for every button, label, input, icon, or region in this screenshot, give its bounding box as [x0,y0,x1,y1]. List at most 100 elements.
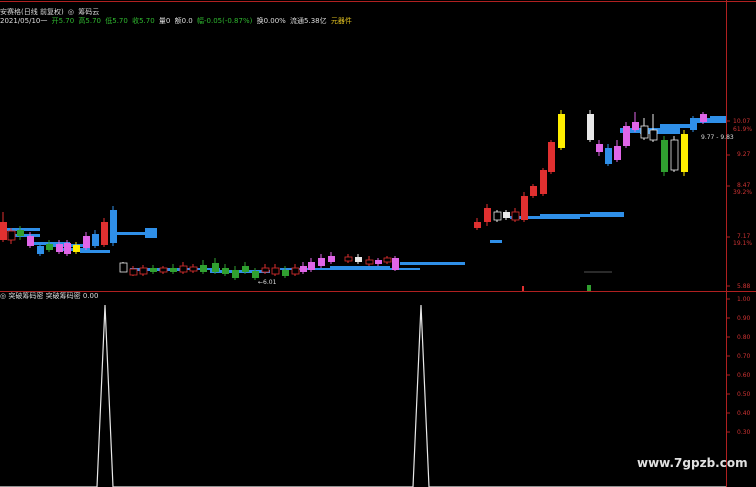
indicator-line [0,304,726,487]
candle-hollow [261,267,270,273]
vol-label: 量 [158,17,166,25]
indicator-name[interactable]: 突破筹码密 [8,292,43,300]
watermark: www.7gpzb.com [637,456,748,470]
candle-body [200,265,207,272]
circle-icon[interactable]: ◎ [0,292,6,300]
series-value: 0.00 [82,292,99,300]
candle-body [530,186,537,196]
chip-bar [540,214,590,217]
chg-value: -0.05(-0.87%) [203,17,253,25]
open-value: 5.70 [58,17,75,25]
candle-body [308,262,315,270]
candle-hollow [119,262,128,273]
close-value: 5.70 [139,17,155,25]
circle-icon[interactable]: ◎ [68,8,74,16]
pct-label: 19.1% [733,240,753,247]
candle-hollow [139,267,148,275]
candle-body [64,243,71,254]
sub-axis-label: 0.60 [737,372,751,379]
candle-body [632,122,639,130]
sub-axis-label: 0.30 [737,429,751,436]
candle-body [252,271,259,278]
sub-axis-label: 0.70 [737,353,751,360]
candle-hollow [649,129,658,141]
series-label: 突破筹码密 [45,292,81,300]
amt-label: 额 [174,17,182,25]
candle-hollow [129,268,138,276]
candle-hollow [640,125,649,139]
price-tooltip: 9.77 - 9.83 [701,134,734,141]
candle-body [232,270,239,278]
candle-hollow [179,265,188,273]
candle-hollow [344,256,353,262]
candle-body [681,134,688,172]
price-label: 9.27 [737,151,751,158]
candle-hollow [383,257,392,263]
candle-body [375,260,382,264]
sub-axis-label: 1.00 [737,296,751,303]
chip-label[interactable]: 筹码云 [78,8,99,16]
signal-mark-red [522,286,524,291]
candle-body [355,257,362,262]
candle-hollow [493,211,502,221]
candle-body [614,146,621,160]
candle-body [558,114,565,148]
chip-bar [660,124,690,128]
price-label: 5.88 [737,283,751,290]
sub-axis-label: 0.80 [737,334,751,341]
chip-bar [490,240,502,243]
turn-label: 换 [256,17,264,25]
candle-body [690,120,697,130]
candle-body [17,230,24,236]
candle-body [328,256,335,262]
sub-axis-label: 0.50 [737,391,751,398]
candle-body [300,266,307,272]
candle-body [101,222,108,245]
header-info: 安赛格(日线 前复权) ◎ 筹码云 2021/05/10一 开5.70 高5.7… [0,8,354,26]
float-value: 5.38亿 [304,17,327,25]
candle-body [596,144,603,152]
price-label: 7.17 [737,233,751,240]
candle-body [700,114,707,122]
candle-hollow [365,259,374,265]
candle-body [661,140,668,172]
candle-body [474,222,481,228]
indicator-header: ◎ 突破筹码密 突破筹码密 0.00 [0,292,98,301]
candle-body [587,114,594,140]
candle-body [605,148,612,164]
chip-bar [330,266,390,268]
sub-axis-label: 0.90 [737,315,751,322]
candle-body [392,258,399,270]
candle-body [56,244,63,252]
candle-body [503,212,510,218]
candle-body [0,222,7,240]
low-marker: ←6.01 [258,279,277,286]
sector-label: 元器件 [330,17,352,25]
signal-mark-green [587,285,591,291]
chg-label: 幅 [196,17,204,25]
candle-body [46,244,53,250]
candle-hollow [189,266,198,272]
price-label: 8.47 [737,182,751,189]
vol-value: 0 [165,17,171,25]
candle-hollow [511,211,520,221]
candle-body [110,210,117,243]
candle-body [623,126,630,146]
low-value: 5.70 [112,17,128,25]
candle-body [92,234,99,246]
chart-canvas [0,0,756,487]
float-label: 流通 [290,17,305,25]
chip-bar [145,228,157,238]
candle-body [222,268,229,274]
candle-body [37,246,44,254]
candle-hollow [159,267,168,273]
candle-hollow [271,267,280,275]
chip-bar [710,116,726,120]
chip-distribution [0,116,726,273]
stock-title: 安赛格(日线 前复权) [0,8,64,16]
candle-body [548,142,555,172]
pct-label: 39.2% [733,189,753,196]
chip-bar [400,262,465,265]
candle-hollow [291,267,300,275]
candle-body [170,268,177,272]
